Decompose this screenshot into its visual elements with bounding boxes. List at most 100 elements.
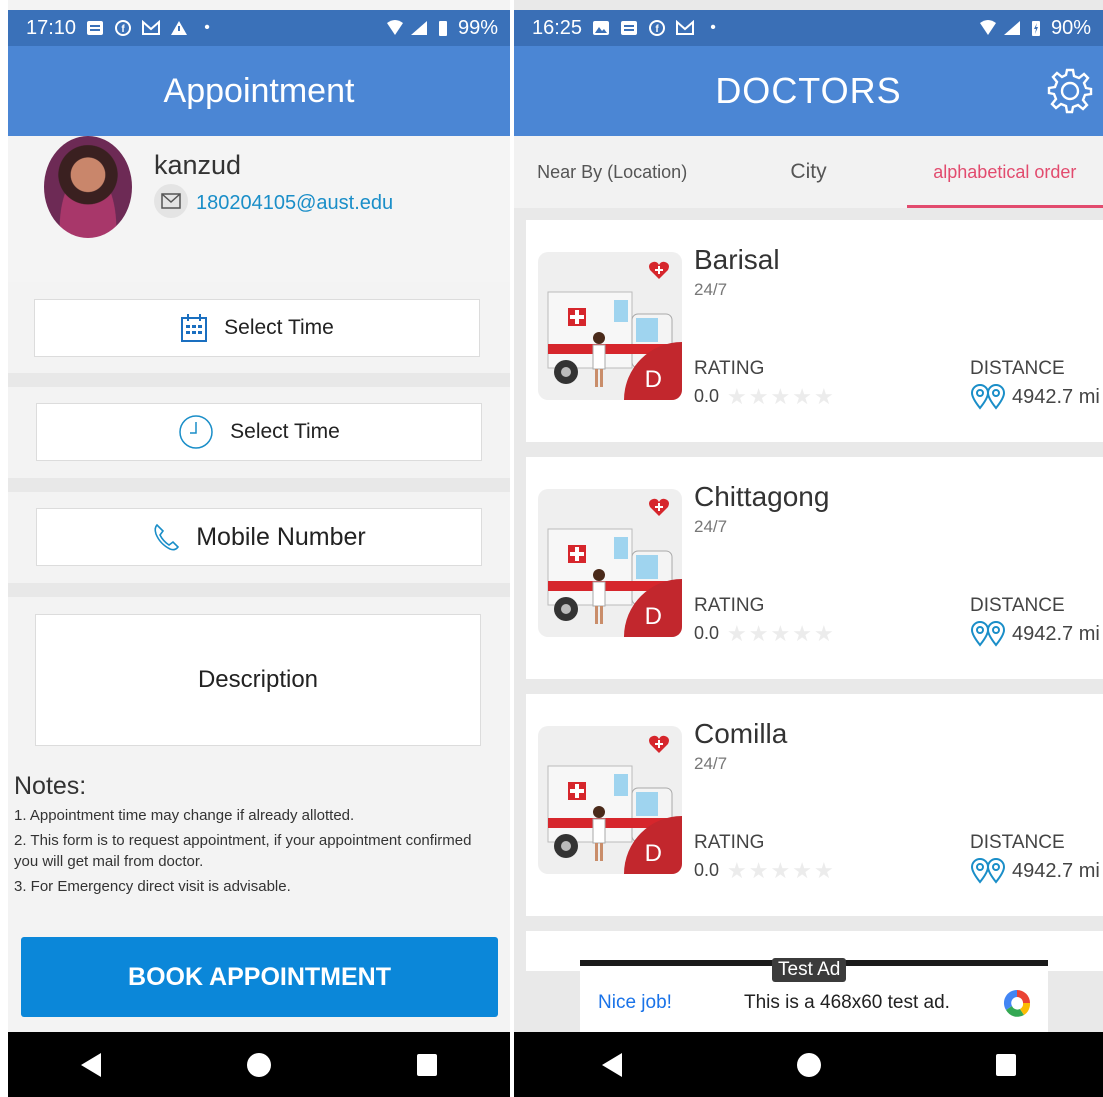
rating-value: 0.0 ★ ★ ★ ★ ★ — [694, 383, 834, 409]
image-icon — [592, 20, 610, 36]
calendar-icon — [181, 314, 208, 342]
note-item: 1. Appointment time may change if alread… — [14, 807, 355, 824]
mobile-number-label: Mobile Number — [196, 522, 366, 551]
hospital-name: Comilla — [694, 718, 788, 749]
star-icon: ★ — [792, 383, 812, 409]
location-pins-icon — [970, 621, 1006, 647]
test-ad-banner[interactable]: Test Ad Nice job! This is a 468x60 test … — [580, 958, 1048, 1032]
star-icon: ★ — [727, 857, 747, 883]
star-rating: ★ ★ ★ ★ ★ — [727, 383, 834, 409]
location-pins-icon — [970, 384, 1006, 410]
doctor-card[interactable]: D Comilla 24/7 RATING 0.0 ★ ★ ★ ★ ★ DISTANCE… — [526, 694, 1103, 916]
mobile-number-field[interactable]: Mobile Number — [36, 508, 482, 566]
star-icon: ★ — [813, 857, 834, 883]
recents-icon[interactable] — [995, 1053, 1016, 1076]
back-icon[interactable] — [601, 1052, 622, 1077]
wifi-icon — [979, 20, 997, 36]
back-icon[interactable] — [81, 1052, 101, 1077]
navigation-bar — [8, 1032, 510, 1097]
user-name: kanzud — [154, 150, 242, 180]
page-title: DOCTORS — [715, 70, 902, 111]
facebook-icon: f — [648, 20, 666, 36]
home-icon[interactable] — [247, 1052, 271, 1077]
star-icon: ★ — [748, 383, 769, 409]
time-select-field[interactable]: Select Time — [36, 403, 482, 461]
notes-icon — [86, 20, 104, 36]
description-field[interactable]: Description — [35, 614, 481, 746]
battery-charging-icon — [1027, 20, 1045, 36]
tab-near-by[interactable]: Near By (Location) — [514, 136, 710, 208]
app-bar: DOCTORS — [514, 46, 1103, 136]
notes-title: Notes: — [14, 772, 87, 800]
hospital-hours: 24/7 — [694, 517, 728, 536]
rating-value: 0.0 ★ ★ ★ ★ ★ — [694, 620, 834, 646]
date-select-field[interactable]: Select Time — [34, 299, 480, 357]
hospital-hours: 24/7 — [694, 280, 728, 299]
battery-icon — [434, 20, 452, 36]
rating-value: 0.0 ★ ★ ★ ★ ★ — [694, 857, 834, 883]
status-time: 16:25 — [532, 16, 583, 39]
rating-label: RATING — [694, 595, 765, 616]
status-bar: 16:25 f • 90% — [514, 10, 1103, 46]
distance-label: DISTANCE — [970, 358, 1065, 379]
svg-text:f: f — [655, 24, 659, 35]
distance-text: 4942.7 mi — [1012, 622, 1100, 645]
star-icon: ★ — [748, 620, 769, 646]
settings-gear-icon[interactable] — [1045, 66, 1095, 116]
mail-icon — [154, 184, 188, 218]
star-icon: ★ — [727, 383, 747, 409]
avatar — [44, 136, 132, 238]
distance-value: 4942.7 mi — [970, 384, 1100, 410]
star-icon: ★ — [813, 383, 834, 409]
svg-text:f: f — [121, 24, 125, 35]
battery-level: 99% — [457, 16, 498, 39]
status-time: 17:10 — [26, 16, 77, 39]
ad-tag: Test Ad — [772, 958, 847, 982]
star-rating: ★ ★ ★ ★ ★ — [727, 857, 834, 883]
home-icon[interactable] — [796, 1052, 821, 1077]
distance-label: DISTANCE — [970, 832, 1065, 853]
phone-icon — [154, 523, 180, 551]
user-email: 180204105@aust.edu — [196, 192, 394, 214]
hospital-name: Chittagong — [694, 481, 830, 512]
star-icon: ★ — [748, 857, 769, 883]
divider — [8, 583, 510, 597]
distance-label: DISTANCE — [970, 595, 1065, 616]
tab-city[interactable]: City — [710, 136, 906, 208]
heart-icon — [649, 735, 669, 753]
star-icon: ★ — [770, 383, 791, 409]
tab-alphabetical[interactable]: alphabetical order — [906, 136, 1103, 208]
ad-nice-text: Nice job! — [598, 992, 672, 1013]
note-item: 2. This form is to request appointment, … — [14, 832, 472, 870]
hospital-name: Barisal — [694, 244, 780, 275]
wifi-icon — [386, 20, 404, 36]
doctor-card[interactable]: D Barisal 24/7 RATING 0.0 ★ ★ ★ ★ ★ DISTANCE… — [526, 220, 1103, 442]
app-bar: Appointment — [8, 46, 510, 136]
distance-text: 4942.7 mi — [1012, 385, 1100, 408]
description-label: Description — [197, 666, 319, 693]
star-icon: ★ — [813, 620, 834, 646]
dot-icon: • — [204, 19, 210, 36]
rating-number: 0.0 — [694, 623, 720, 643]
note-item: 3. For Emergency direct visit is advisab… — [14, 878, 291, 895]
rating-label: RATING — [694, 358, 765, 379]
divider — [8, 373, 510, 387]
doctor-card[interactable]: D Chittagong 24/7 RATING 0.0 ★ ★ ★ ★ ★ DISTA… — [526, 457, 1103, 679]
battery-level: 90% — [1050, 16, 1091, 39]
star-icon: ★ — [770, 620, 791, 646]
divider — [8, 478, 510, 492]
distance-text: 4942.7 mi — [1012, 859, 1100, 882]
appointment-screen: 17:10 f • 99% Appointment kanzud 1802041… — [8, 0, 510, 1097]
doctors-screen: 16:25 f • 90% DOCTORS Near By (Location)… — [514, 0, 1103, 1097]
rating-number: 0.0 — [694, 386, 720, 406]
recents-icon[interactable] — [417, 1053, 437, 1076]
star-rating: ★ ★ ★ ★ ★ — [727, 620, 834, 646]
filter-tabs: Near By (Location) City alphabetical ord… — [514, 136, 1103, 208]
distance-value: 4942.7 mi — [970, 858, 1100, 884]
star-icon: ★ — [792, 857, 812, 883]
ad-logo-icon — [1003, 989, 1031, 1017]
facebook-icon: f — [114, 20, 132, 36]
ad-body-text: This is a 468x60 test ad. — [744, 992, 950, 1013]
book-appointment-button[interactable]: BOOK APPOINTMENT — [21, 937, 498, 1017]
star-icon: ★ — [727, 620, 747, 646]
